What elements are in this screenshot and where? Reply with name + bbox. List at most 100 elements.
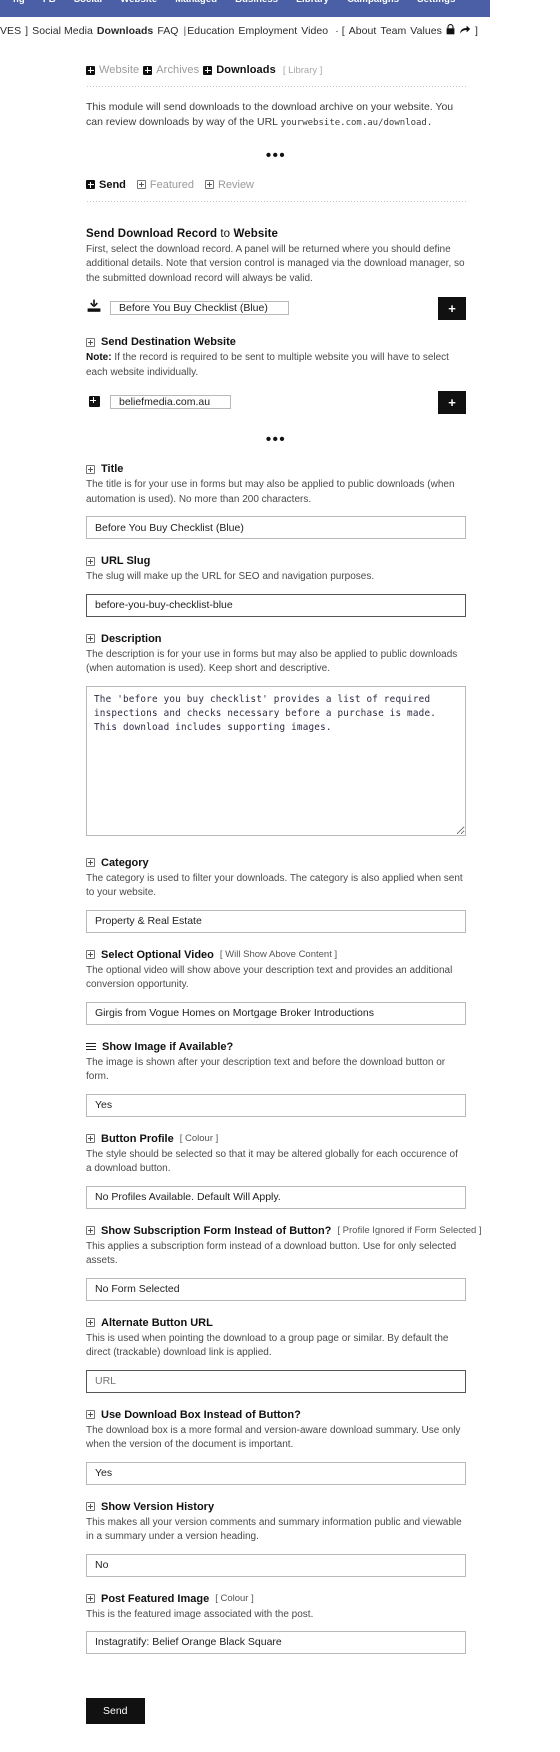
category-hint: The category is used to filter your down… [86,872,463,899]
title-input[interactable] [86,516,466,540]
alternate-url-input[interactable] [86,1369,466,1393]
download-box-hint: The download box is a more formal and ve… [86,1424,461,1451]
subnav-item-faq[interactable]: FAQ [157,25,178,37]
description-hint: The description is for your use in forms… [86,648,458,675]
plus-outline-icon[interactable] [86,1134,95,1144]
version-history-hint: This makes all your version comments and… [86,1516,462,1543]
topnav-item-library[interactable]: Library [287,0,338,17]
download-box-label: Use Download Box Instead of Button? [101,1408,301,1421]
show-image-select[interactable]: Yes [86,1093,466,1117]
plus-outline-icon[interactable] [86,556,95,566]
video-select-wrap: Girgis from Vogue Homes on Mortgage Brok… [86,1001,466,1025]
destination-note-label: Note: [86,352,112,364]
plus-outline-icon[interactable] [86,1594,95,1604]
tab-featured[interactable]: Featured [136,179,194,191]
breadcrumb-item-archives[interactable]: Archives [143,64,199,76]
version-history-select[interactable]: No [86,1553,466,1577]
plus-outline-icon[interactable] [86,1318,95,1328]
subnav-item-video[interactable]: Video [301,25,328,37]
title-label: Title [101,463,124,476]
version-history-label-row: Show Version History [86,1501,466,1513]
topnav-item-business[interactable]: Business [226,0,287,17]
subnav-item-downloads[interactable]: Downloads [97,25,153,37]
send-button[interactable]: Send [86,1698,145,1725]
plus-solid-icon [203,65,213,75]
tab-send[interactable]: Send [86,179,126,191]
subnav-open-bracket: [ [341,25,345,37]
lock-icon[interactable] [446,24,455,38]
plus-outline-icon[interactable] [86,950,95,960]
subscription-form-select-wrap: No Form Selected [86,1277,466,1301]
topnav-item-social[interactable]: Social [65,0,112,17]
add-destination-button[interactable]: + [438,391,466,415]
divider-tabs [86,200,466,202]
destination-website-select[interactable]: beliefmedia.com.au [110,395,232,410]
tab-review[interactable]: Review [204,179,254,191]
button-profile-label-row: Button Profile [ Colour ] [86,1133,466,1145]
category-select[interactable]: Property & Real Estate [86,909,466,933]
plus-solid-icon [143,65,153,75]
section-title-c: Website [233,227,279,240]
plus-outline-icon[interactable] [86,464,95,474]
subnav-item-social-media[interactable]: Social Media [32,25,93,37]
topnav-item-settings[interactable]: Settings [408,0,464,17]
slug-input[interactable] [86,593,466,617]
subscription-form-select[interactable]: No Form Selected [86,1277,466,1301]
download-box-select[interactable]: Yes [86,1461,466,1485]
plus-solid-icon-lead[interactable] [86,394,102,412]
subscription-form-suffix: [ Profile Ignored if Form Selected ] [337,1225,482,1237]
plus-outline-icon [136,180,146,190]
breadcrumb-item-website[interactable]: Website [86,64,139,76]
plus-outline-icon[interactable] [86,1226,95,1236]
plus-solid-icon [86,180,95,190]
subnav-item-about[interactable]: About [349,25,377,37]
plus-outline-icon[interactable] [86,1502,95,1512]
download-record-row: Before You Buy Checklist (Blue) + [86,297,466,321]
alternate-url-label: Alternate Button URL [101,1316,213,1329]
topnav-item-campaigns[interactable]: Campaigns [338,0,408,17]
title-hint: The title is for your use in forms but m… [86,479,455,505]
subscription-form-label-row: Show Subscription Form Instead of Button… [86,1224,482,1237]
show-image-label: Show Image if Available? [102,1040,234,1053]
featured-image-select[interactable]: Instagratify: Belief Orange Black Square [86,1631,466,1655]
subnav-item-values[interactable]: Values [410,25,442,37]
topnav-item-managed[interactable]: Managed [166,0,226,17]
video-select[interactable]: Girgis from Vogue Homes on Mortgage Brok… [86,1001,466,1025]
download-box-select-wrap: Yes [86,1461,466,1485]
tab-bar: Send Featured Review [86,179,466,191]
featured-image-select-wrap: Instagratify: Belief Orange Black Square [86,1631,466,1655]
slug-label-row: URL Slug [86,555,466,567]
topnav-item-ng[interactable]: ng [4,0,34,17]
section-heading: Send Download Record to Website [86,228,466,240]
plus-outline-icon[interactable] [86,337,95,347]
video-label: Select Optional Video [101,948,214,961]
plus-outline-icon[interactable] [86,1410,95,1420]
add-download-record-button[interactable]: + [438,297,466,321]
button-profile-select[interactable]: No Profiles Available. Default Will Appl… [86,1185,466,1209]
version-history-label: Show Version History [101,1500,215,1513]
intro-url: yourwebsite.com.au/download. [280,117,433,128]
download-record-select[interactable]: Before You Buy Checklist (Blue) [110,301,289,316]
subnav-item-employment[interactable]: Employment [238,25,297,37]
description-textarea[interactable]: The 'before you buy checklist' provides … [86,685,466,836]
subnav-item-team[interactable]: Team [380,25,406,37]
hamburger-icon[interactable] [86,1042,96,1051]
subnav-dot: · [335,25,339,37]
featured-image-label-row: Post Featured Image [ Colour ] [86,1593,466,1605]
show-image-select-wrap: Yes [86,1093,466,1117]
topnav-item-website[interactable]: Website [111,0,166,17]
divider-top [86,86,466,87]
subnav-pipe: | [183,25,187,37]
subscription-form-label: Show Subscription Form Instead of Button… [101,1224,332,1237]
destination-row: beliefmedia.com.au + [86,391,466,415]
section-title-a: Send Download Record [86,227,218,240]
subnav-item-education[interactable]: Education [187,25,234,37]
topnav-item-fb[interactable]: FB [34,0,65,17]
breadcrumb-item-downloads[interactable]: Downloads [203,64,276,76]
plus-solid-icon [86,65,95,75]
plus-outline-icon[interactable] [86,858,95,868]
share-icon[interactable] [459,24,471,38]
plus-outline-icon[interactable] [86,634,95,644]
slug-hint: The slug will make up the URL for SEO an… [86,571,375,583]
destination-label: Send Destination Website [101,336,236,349]
